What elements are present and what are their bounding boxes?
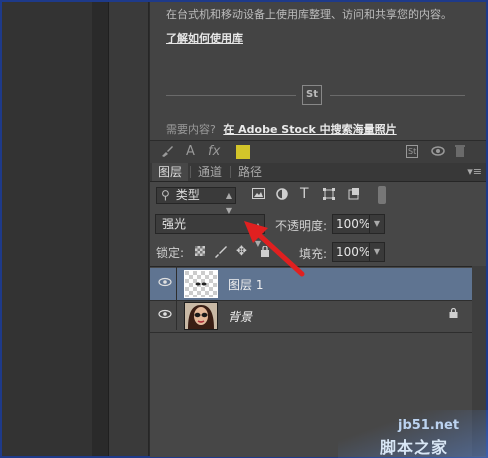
adjustment-filter-icon[interactable] — [276, 188, 288, 204]
visibility-eye-icon[interactable] — [158, 277, 172, 287]
text-icon[interactable]: A — [186, 144, 195, 159]
library-description: 在台式机和移动设备上使用库整理、访问和共享您的内容。 — [166, 8, 452, 21]
visibility-eye-icon[interactable] — [158, 309, 172, 319]
need-content-row: 需要内容? 在 Adobe Stock 中搜索海量照片 — [166, 121, 397, 137]
layer-row[interactable]: 背景 — [150, 300, 472, 333]
sync-icon[interactable] — [430, 144, 446, 162]
image-filter-icon[interactable] — [252, 188, 265, 203]
smart-object-filter-icon[interactable] — [348, 188, 360, 204]
divider — [330, 95, 465, 96]
learn-library-link[interactable]: 了解如何使用库 — [166, 30, 243, 46]
panel-dock-gutter — [109, 2, 149, 456]
layer-thumbnail — [184, 302, 218, 330]
opacity-dropdown-button[interactable]: ▼ — [369, 214, 385, 234]
eye-column-divider — [176, 266, 177, 330]
layer-name[interactable]: 背景 — [228, 308, 252, 325]
lock-icon — [449, 308, 458, 318]
tab-layers[interactable]: 图层 — [152, 163, 189, 181]
fx-icon[interactable]: fx — [208, 144, 220, 159]
library-toolbar: A fx St — [150, 140, 486, 164]
tab-channels[interactable]: 通道 — [192, 163, 228, 181]
layer-name[interactable]: 图层 1 — [228, 276, 263, 293]
panel-menu-icon[interactable]: ▾≡ — [467, 165, 482, 178]
filter-kind-label: 类型 — [175, 188, 200, 202]
stock-search-link[interactable]: 在 Adobe Stock 中搜索海量照片 — [223, 123, 396, 136]
fill-dropdown-button[interactable]: ▼ — [369, 242, 385, 262]
divider — [166, 95, 296, 96]
canvas-edge — [92, 2, 109, 456]
annotation-arrow-icon — [244, 221, 305, 277]
trash-icon[interactable] — [454, 144, 466, 162]
panel-tabs: 图层 通道 路径 ▾≡ — [150, 163, 486, 182]
lock-label: 锁定: — [156, 246, 185, 260]
blend-mode-value: 强光 — [162, 217, 187, 231]
filter-toggle-switch[interactable] — [378, 186, 386, 204]
divider — [190, 166, 191, 178]
filter-kind-select[interactable]: ⚲ 类型 ▲ ▼ — [156, 187, 236, 215]
text-filter-icon[interactable]: T — [300, 186, 309, 202]
tab-paths[interactable]: 路径 — [232, 163, 268, 181]
stock-badge-icon: St — [302, 85, 322, 105]
lock-pixels-icon[interactable] — [214, 244, 228, 262]
library-panel: 在台式机和移动设备上使用库整理、访问和共享您的内容。 了解如何使用库 St 需要… — [150, 2, 486, 140]
search-icon: ⚲ — [161, 188, 170, 202]
layer-row[interactable]: 图层 1 — [150, 268, 472, 301]
fill-input[interactable]: 100% — [332, 242, 370, 262]
canvas-area — [2, 2, 92, 456]
color-swatch-icon[interactable] — [236, 145, 250, 159]
shape-filter-icon[interactable] — [323, 188, 335, 204]
layer-thumbnail — [184, 270, 218, 298]
lock-transparency-icon[interactable] — [195, 246, 205, 256]
watermark-site: jb51.net — [398, 418, 460, 433]
paint-brush-icon[interactable] — [160, 144, 174, 162]
stock-icon[interactable]: St — [406, 145, 419, 158]
watermark-name: 脚本之家 — [380, 438, 449, 457]
need-content-label: 需要内容? — [166, 123, 216, 136]
opacity-input[interactable]: 100% — [332, 214, 370, 234]
divider — [230, 166, 231, 178]
